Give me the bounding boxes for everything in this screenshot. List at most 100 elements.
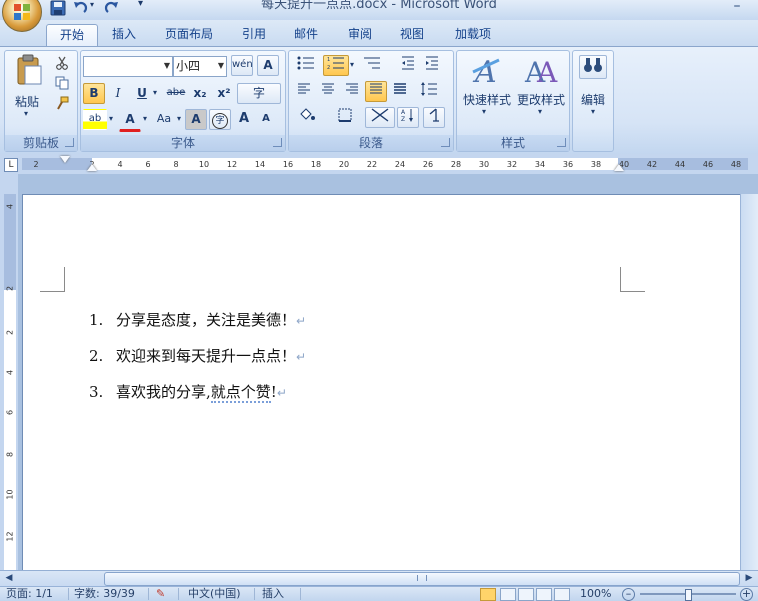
right-indent-marker[interactable] [614, 164, 624, 171]
format-painter-icon[interactable] [51, 95, 73, 116]
draft-view-icon[interactable] [554, 588, 570, 601]
change-case-dropdown-icon[interactable]: ▾ [173, 109, 185, 130]
bold-button[interactable]: B [83, 83, 105, 104]
minimize-button[interactable]: – [722, 0, 752, 14]
grow-font-button[interactable]: A [233, 109, 255, 130]
zoom-level[interactable]: 100% [580, 587, 611, 600]
distributed-button[interactable] [389, 81, 411, 102]
show-marks-button[interactable] [423, 107, 445, 128]
zoom-in-icon[interactable]: + [740, 588, 753, 601]
full-screen-view-icon[interactable] [500, 588, 516, 601]
ruler-tick-label: 30 [478, 160, 490, 169]
font-size-combo[interactable]: 小四 ▼ [173, 56, 227, 77]
change-styles-dropdown-icon[interactable]: ▾ [533, 107, 547, 116]
clipboard-icon [17, 54, 42, 85]
status-language[interactable]: 中文(中国) [188, 587, 241, 600]
underline-dropdown-icon[interactable]: ▾ [149, 83, 161, 104]
character-shading-button[interactable]: A [185, 109, 207, 130]
multilevel-list-button[interactable] [359, 55, 385, 76]
highlight-dropdown-icon[interactable]: ▾ [105, 109, 117, 130]
chinese-layout-button[interactable] [365, 107, 395, 128]
font-launcher-icon[interactable] [273, 138, 282, 147]
shrink-font-button[interactable]: A [255, 109, 277, 130]
subscript-button[interactable]: x₂ [189, 83, 211, 104]
align-right-icon [346, 83, 358, 94]
tab-mailings[interactable]: 邮件 [288, 24, 324, 46]
scroll-left-icon[interactable]: ◀ [2, 572, 16, 584]
hanging-indent-marker[interactable] [87, 164, 97, 171]
numbering-dropdown-icon[interactable]: ▾ [347, 55, 357, 76]
paragraph-launcher-icon[interactable] [441, 138, 450, 147]
first-line-indent-marker[interactable] [60, 156, 70, 163]
tab-addins[interactable]: 加载项 [448, 24, 498, 46]
list-number: 1. [89, 311, 104, 329]
clipboard-launcher-icon[interactable] [65, 138, 74, 147]
enclose-characters-button[interactable]: 字 [209, 109, 231, 130]
align-center-button[interactable] [317, 81, 339, 102]
increase-indent-button[interactable] [421, 55, 443, 76]
align-center-icon [322, 83, 334, 94]
editing-button[interactable] [579, 55, 607, 79]
paste-dropdown-icon[interactable]: ▾ [19, 109, 33, 118]
spelling-check-icon[interactable]: ✎ [156, 587, 165, 600]
ruler-tick-label: 32 [506, 160, 518, 169]
tab-review[interactable]: 审阅 [342, 24, 378, 46]
borders-button[interactable] [331, 107, 359, 128]
bullets-button[interactable] [293, 55, 319, 76]
borders-icon [338, 108, 352, 122]
tab-selector-button[interactable]: L [4, 158, 18, 172]
multilevel-list-icon [364, 57, 380, 69]
wen-button[interactable]: wén [231, 55, 253, 76]
list-item[interactable]: 2. 欢迎来到每天提升一点点！↵ [89, 345, 306, 366]
line-spacing-button[interactable] [415, 81, 443, 102]
outline-view-icon[interactable] [536, 588, 552, 601]
print-layout-view-icon[interactable] [480, 588, 496, 601]
tab-page-layout[interactable]: 页面布局 [158, 24, 220, 46]
status-insert-mode[interactable]: 插入 [262, 587, 284, 600]
status-word-count[interactable]: 字数: 39/39 [74, 587, 135, 600]
decrease-indent-button[interactable] [397, 55, 419, 76]
zoom-out-icon[interactable]: – [622, 588, 635, 601]
strikethrough-button[interactable]: abe [163, 83, 189, 104]
justify-button[interactable] [365, 81, 387, 102]
align-right-button[interactable] [341, 81, 363, 102]
scroll-right-icon[interactable]: ▶ [742, 572, 756, 584]
ruler-tick-label: 48 [730, 160, 742, 169]
tab-references[interactable]: 引用 [234, 24, 274, 46]
styles-launcher-icon[interactable] [557, 138, 566, 147]
ruler-tick-label: 26 [422, 160, 434, 169]
tab-home[interactable]: 开始 [46, 24, 98, 47]
font-color-dropdown-icon[interactable]: ▾ [139, 109, 151, 130]
highlight-button[interactable]: ab [83, 109, 107, 130]
vruler-tick-label: 4 [5, 203, 15, 210]
tab-view[interactable]: 视图 [394, 24, 430, 46]
document-page[interactable]: 1. 分享是态度，关注是美德！↵ 2. 欢迎来到每天提升一点点！↵ 3. 喜欢我的分享… [22, 194, 742, 571]
vertical-scroll-area[interactable] [740, 194, 758, 570]
quick-styles-dropdown-icon[interactable]: ▾ [477, 107, 491, 116]
list-item[interactable]: 1. 分享是态度，关注是美德！↵ [89, 309, 306, 330]
tab-insert[interactable]: 插入 [106, 24, 142, 46]
sort-button[interactable]: AZ [397, 107, 419, 128]
font-color-button[interactable]: A [119, 109, 141, 132]
shading-button[interactable] [293, 107, 321, 128]
copy-icon[interactable] [51, 75, 73, 96]
align-left-button[interactable] [293, 81, 315, 102]
numbering-button[interactable]: 12 [323, 55, 349, 76]
editing-dropdown-icon[interactable]: ▾ [586, 107, 600, 116]
superscript-button[interactable]: x² [213, 83, 235, 104]
status-separator [254, 588, 255, 600]
char-shading-button[interactable]: 字 [237, 83, 281, 104]
ruler-tick-label: 34 [534, 160, 546, 169]
horizontal-scroll-thumb[interactable] [104, 572, 740, 586]
italic-button[interactable]: I [107, 83, 129, 104]
zoom-slider-thumb[interactable] [685, 589, 692, 601]
editing-label: 编辑 [580, 93, 605, 107]
cut-icon[interactable] [51, 55, 73, 76]
status-page[interactable]: 页面: 1/1 [6, 587, 53, 600]
clear-format-button[interactable]: A [257, 55, 279, 76]
font-name-combo[interactable]: ▼ [83, 56, 173, 77]
list-item[interactable]: 3. 喜欢我的分享,就点个赞!↵ [89, 381, 287, 403]
ruler-tick-label: 46 [702, 160, 714, 169]
ruler-tick-label: 12 [226, 160, 238, 169]
web-layout-view-icon[interactable] [518, 588, 534, 601]
